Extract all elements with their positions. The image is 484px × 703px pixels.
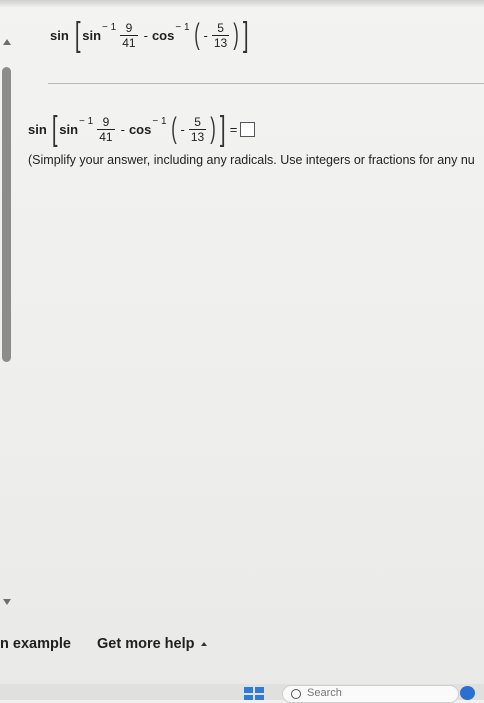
inner-fn: sin <box>59 121 79 137</box>
negative-sign: - <box>180 121 185 137</box>
negative-sign: - <box>203 27 208 43</box>
right-paren: ) <box>210 112 216 145</box>
tray-app-icon[interactable] <box>460 686 475 700</box>
search-placeholder: Search <box>307 687 342 699</box>
left-bracket: [ <box>74 16 81 54</box>
taskbar: Search <box>0 684 484 703</box>
left-paren: ( <box>193 18 200 51</box>
scroll-down-icon[interactable] <box>3 599 11 605</box>
fraction-denominator: 13 <box>211 34 230 50</box>
windows-start-icon[interactable] <box>244 687 264 700</box>
get-more-help-label: Get more help <box>97 636 195 652</box>
outer-fn: sin <box>50 27 69 43</box>
top-edge <box>0 0 484 7</box>
left-paren: ( <box>170 112 177 145</box>
answer-expression: sin [ sin − 1 9 41 - cos − 1 ( - 5 13 ) … <box>28 110 256 148</box>
header-expression: sin [ sin − 1 9 41 - cos − 1 ( - 5 13 ) … <box>50 18 251 52</box>
right-bracket: ] <box>243 16 249 54</box>
cos-fn: cos <box>151 27 175 43</box>
scrollbar[interactable] <box>0 39 14 615</box>
fraction-5-13: 5 13 <box>211 20 230 50</box>
fraction-numerator: 9 <box>102 114 110 129</box>
answer-input[interactable] <box>240 121 256 137</box>
fraction-denominator: 13 <box>188 128 207 144</box>
left-bracket: [ <box>51 110 58 148</box>
right-paren: ) <box>233 18 239 51</box>
fraction-5-13: 5 13 <box>188 114 207 144</box>
instruction-text: (Simplify your answer, including any rad… <box>28 153 475 167</box>
inverse-exponent: − 1 <box>175 21 190 33</box>
inverse-exponent: − 1 <box>102 21 117 33</box>
fraction-numerator: 9 <box>125 20 133 35</box>
fraction-numerator: 5 <box>194 114 201 129</box>
scroll-thumb[interactable] <box>2 67 11 362</box>
fraction-denominator: 41 <box>97 128 115 144</box>
fraction-9-41: 9 41 <box>120 20 138 50</box>
caret-up-icon <box>200 642 207 646</box>
inner-fn: sin <box>82 27 102 43</box>
fraction-numerator: 5 <box>217 20 224 35</box>
equals-sign: = <box>229 121 238 137</box>
search-icon <box>291 689 301 699</box>
cos-fn: cos <box>128 121 152 137</box>
scroll-up-icon[interactable] <box>3 39 11 45</box>
fraction-denominator: 41 <box>120 34 138 50</box>
fraction-9-41: 9 41 <box>97 114 115 144</box>
right-bracket: ] <box>220 110 226 148</box>
inverse-exponent: − 1 <box>152 115 167 127</box>
get-more-help-button[interactable]: Get more help <box>97 636 207 652</box>
minus-sign: - <box>120 121 125 137</box>
section-divider <box>48 83 484 84</box>
inverse-exponent: − 1 <box>79 115 94 127</box>
taskbar-search-box[interactable]: Search <box>282 685 459 703</box>
minus-sign: - <box>143 27 148 43</box>
problem-page: sin [ sin − 1 9 41 - cos − 1 ( - 5 13 ) … <box>0 0 484 703</box>
outer-fn: sin <box>28 121 47 137</box>
view-example-link[interactable]: n example <box>0 636 71 652</box>
